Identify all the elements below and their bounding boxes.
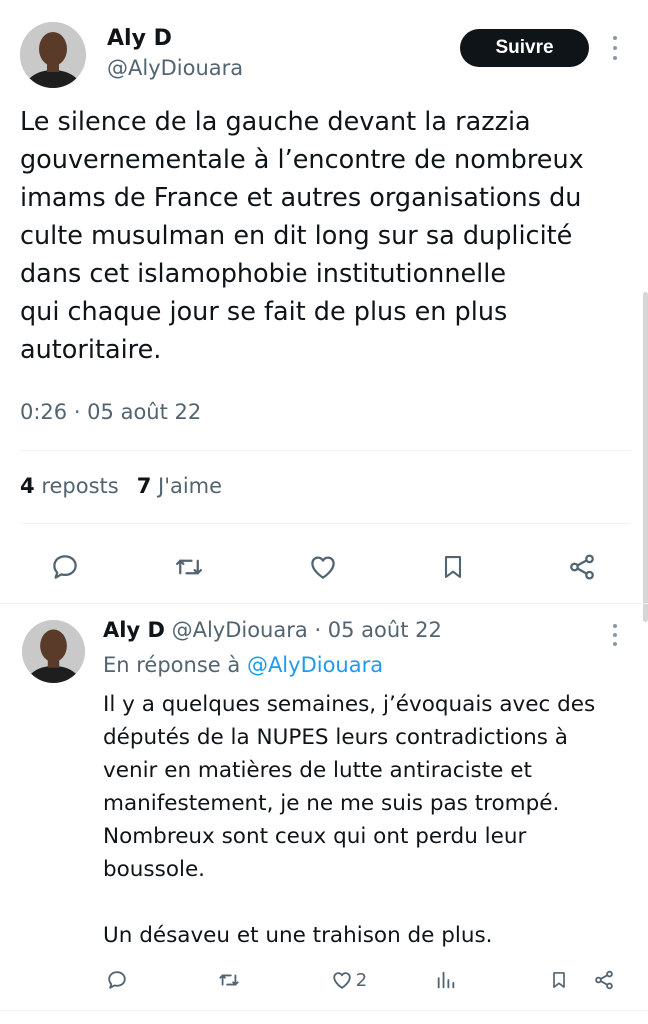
likes-stat[interactable]: 7 J'aime: [137, 474, 222, 498]
like-icon[interactable]: [304, 548, 342, 586]
repost-icon[interactable]: [170, 548, 208, 586]
bookmark-icon[interactable]: [545, 966, 573, 994]
tweet-timestamp[interactable]: 0:26 · 05 août 22: [20, 400, 201, 424]
tweet-text-line: culte musulman en dit long sur sa duplic…: [20, 221, 573, 251]
follow-button[interactable]: Suivre: [460, 29, 589, 67]
more-options-icon[interactable]: [609, 36, 621, 60]
divider: [20, 450, 630, 451]
reply-text-line: Un désaveu et une trahison de plus.: [103, 923, 493, 948]
reply-context: En réponse à @AlyDiouara: [103, 653, 383, 677]
reply-text-line: manifestement, je ne me suis pas trompé.: [103, 791, 560, 816]
tweet-actions: [0, 540, 648, 590]
tweet-text: Le silence de la gauche devant la razzia…: [20, 103, 630, 369]
tweet-text-line: imams de France et autres organisations …: [20, 183, 582, 213]
reply-text-line: Nombreux sont ceux qui ont perdu leur: [103, 824, 527, 849]
views-icon[interactable]: [432, 966, 460, 994]
reply-text-line: Il y a quelques semaines, j’évoquais ave…: [103, 692, 596, 717]
reply-text-line: boussole.: [103, 857, 206, 882]
reply-text: Il y a quelques semaines, j’évoquais ave…: [103, 688, 633, 952]
bookmark-icon[interactable]: [434, 548, 472, 586]
reply-actions: 2: [0, 962, 648, 998]
author-handle[interactable]: @AlyDiouara: [107, 56, 243, 80]
share-icon[interactable]: [563, 548, 601, 586]
author-name[interactable]: Aly D: [103, 618, 165, 642]
author-name[interactable]: Aly D: [107, 26, 172, 51]
reply-text-line: députés de la NUPES leurs contradictions…: [103, 725, 568, 750]
reply-icon[interactable]: [103, 966, 131, 994]
divider: [20, 523, 630, 524]
tweet-text-line: gouvernementale à l’encontre de nombreux: [20, 145, 584, 175]
divider: [0, 1010, 648, 1011]
engagement-stats: 4 reposts 7 J'aime: [20, 474, 222, 498]
more-options-icon[interactable]: [609, 624, 621, 646]
tweet-text-line: qui chaque jour se fait de plus en plus: [20, 297, 508, 327]
like-count: 2: [355, 969, 368, 991]
reply-header: Aly D @AlyDiouara · 05 août 22: [103, 618, 442, 642]
reply-to-link[interactable]: @AlyDiouara: [247, 653, 383, 677]
repost-icon[interactable]: [214, 966, 244, 994]
heart-icon: [333, 972, 351, 989]
share-icon[interactable]: [590, 966, 618, 994]
reply-prefix: En réponse à: [103, 653, 241, 677]
author-handle[interactable]: @AlyDiouara: [172, 618, 308, 642]
avatar[interactable]: [20, 22, 86, 88]
reply-date[interactable]: · 05 août 22: [314, 618, 441, 642]
reply-icon[interactable]: [46, 548, 84, 586]
reposts-stat[interactable]: 4 reposts: [20, 474, 119, 498]
tweet-text-line: Le silence de la gauche devant la razzia: [20, 107, 531, 137]
tweet-text-line: autoritaire.: [20, 335, 162, 365]
avatar[interactable]: [22, 620, 85, 683]
main-tweet: Aly D @AlyDiouara Suivre Le silence de l…: [0, 0, 648, 604]
tweet-text-line: dans cet islamophobie institutionnelle: [20, 259, 507, 289]
reply-text-line: [103, 886, 633, 919]
like-button[interactable]: 2: [326, 966, 372, 994]
reply-text-line: venir en matières de lutte antiraciste e…: [103, 758, 532, 783]
